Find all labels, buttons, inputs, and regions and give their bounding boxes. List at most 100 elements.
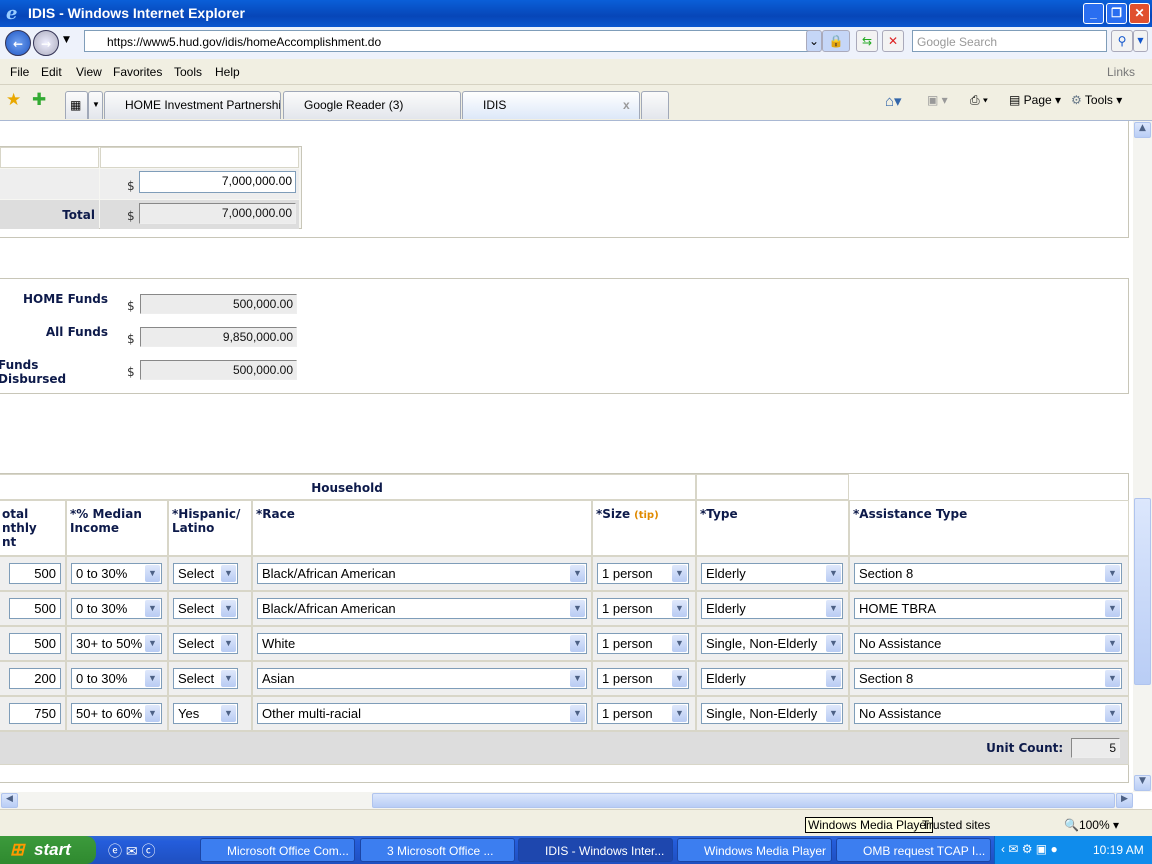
chevron-down-icon[interactable]: ▼ xyxy=(1105,635,1120,652)
chevron-down-icon[interactable]: ▼ xyxy=(1105,705,1120,722)
hispanic-select[interactable]: Select ▼ xyxy=(173,633,238,654)
size-select[interactable]: 1 person ▼ xyxy=(597,563,689,584)
start-button[interactable]: ⊞ start xyxy=(0,836,96,864)
size-select[interactable]: 1 person ▼ xyxy=(597,633,689,654)
assistance-select[interactable]: Section 8 ▼ xyxy=(854,668,1122,689)
chevron-down-icon[interactable]: ▼ xyxy=(826,565,841,582)
search-button[interactable]: ⚲ xyxy=(1111,30,1133,52)
vertical-scrollbar[interactable]: ▲ ▼ xyxy=(1133,121,1152,792)
taskbar-item-idis[interactable]: IDIS - Windows Inter... xyxy=(518,838,673,862)
chevron-down-icon[interactable]: ▼ xyxy=(145,635,160,652)
tab-google-reader[interactable]: Google Reader (3) xyxy=(283,91,461,119)
zoom-level[interactable]: 🔍100% ▾ xyxy=(1064,818,1119,832)
taskbar-item-office-group[interactable]: 3 Microsoft Office ... xyxy=(360,838,515,862)
page-menu[interactable]: ▤ Page ▾ xyxy=(1009,93,1061,107)
income-select[interactable]: 0 to 30% ▼ xyxy=(71,563,162,584)
menu-view[interactable]: View xyxy=(76,65,102,79)
chevron-down-icon[interactable]: ▼ xyxy=(221,705,236,722)
stop-button[interactable]: ✕ xyxy=(882,30,904,52)
type-select[interactable]: Single, Non-Elderly ▼ xyxy=(701,703,843,724)
chevron-down-icon[interactable]: ▼ xyxy=(570,600,585,617)
menu-favorites[interactable]: Favorites xyxy=(113,65,162,79)
rent-input[interactable]: 750 xyxy=(9,703,61,724)
vertical-scroll-thumb[interactable] xyxy=(1134,498,1151,685)
chevron-down-icon[interactable]: ▼ xyxy=(570,670,585,687)
hispanic-select[interactable]: Select ▼ xyxy=(173,668,238,689)
menu-file[interactable]: File xyxy=(10,65,29,79)
chevron-down-icon[interactable]: ▼ xyxy=(1105,600,1120,617)
scroll-left-button[interactable]: ◀ xyxy=(1,793,18,808)
chevron-down-icon[interactable]: ▼ xyxy=(145,600,160,617)
horizontal-scrollbar[interactable]: ◀ ▶ xyxy=(0,792,1133,809)
home-icon[interactable]: ⌂▾ xyxy=(885,92,902,110)
menu-help[interactable]: Help xyxy=(215,65,240,79)
chevron-down-icon[interactable]: ▼ xyxy=(826,600,841,617)
tab-home-investment[interactable]: HOME Investment Partnershi... xyxy=(104,91,281,119)
assistance-select[interactable]: No Assistance ▼ xyxy=(854,703,1122,724)
type-select[interactable]: Elderly ▼ xyxy=(701,598,843,619)
chevron-down-icon[interactable]: ▼ xyxy=(826,705,841,722)
size-tip-link[interactable]: (tip) xyxy=(634,510,659,521)
favorites-star-icon[interactable]: ★ xyxy=(6,90,21,110)
chevron-down-icon[interactable]: ▼ xyxy=(145,670,160,687)
chevron-down-icon[interactable]: ▼ xyxy=(672,565,687,582)
taskbar-item-media-player[interactable]: Windows Media Player xyxy=(677,838,832,862)
chevron-down-icon[interactable]: ▼ xyxy=(221,635,236,652)
assistance-select[interactable]: HOME TBRA ▼ xyxy=(854,598,1122,619)
race-select[interactable]: Black/African American ▼ xyxy=(257,563,587,584)
tab-list-icon[interactable]: ▼ xyxy=(88,91,103,119)
add-favorite-icon[interactable]: ✚ xyxy=(32,90,46,110)
rent-input[interactable]: 200 xyxy=(9,668,61,689)
size-select[interactable]: 1 person ▼ xyxy=(597,598,689,619)
taskbar-item-word-doc[interactable]: OMB request TCAP I... xyxy=(836,838,991,862)
chevron-down-icon[interactable]: ▼ xyxy=(221,565,236,582)
refresh-button[interactable]: ⇆ xyxy=(856,30,878,52)
rent-input[interactable]: 500 xyxy=(9,598,61,619)
tray-icons[interactable]: ‹ ✉ ⚙ ▣ ● xyxy=(1001,842,1058,856)
income-select[interactable]: 30+ to 50% ▼ xyxy=(71,633,162,654)
size-select[interactable]: 1 person ▼ xyxy=(597,668,689,689)
size-select[interactable]: 1 person ▼ xyxy=(597,703,689,724)
chevron-down-icon[interactable]: ▼ xyxy=(672,705,687,722)
minimize-button[interactable]: _ xyxy=(1083,3,1104,24)
quick-launch-icons[interactable]: ⓔ ✉ ⓒ xyxy=(108,841,156,861)
chevron-down-icon[interactable]: ▼ xyxy=(826,670,841,687)
type-select[interactable]: Elderly ▼ xyxy=(701,563,843,584)
race-select[interactable]: Black/African American ▼ xyxy=(257,598,587,619)
hispanic-select[interactable]: Select ▼ xyxy=(173,598,238,619)
chevron-down-icon[interactable]: ▼ xyxy=(672,600,687,617)
forward-button[interactable]: → xyxy=(33,30,59,56)
chevron-down-icon[interactable]: ▼ xyxy=(1105,670,1120,687)
race-select[interactable]: White ▼ xyxy=(257,633,587,654)
quick-tabs-icon[interactable]: ▦ xyxy=(65,91,88,119)
new-tab-button[interactable] xyxy=(641,91,669,119)
chevron-down-icon[interactable]: ▼ xyxy=(672,670,687,687)
maximize-button[interactable]: ❐ xyxy=(1106,3,1127,24)
feeds-icon[interactable]: ▣ ▾ xyxy=(927,93,948,107)
chevron-down-icon[interactable]: ▼ xyxy=(570,635,585,652)
chevron-down-icon[interactable]: ▼ xyxy=(826,635,841,652)
menu-edit[interactable]: Edit xyxy=(41,65,62,79)
type-select[interactable]: Elderly ▼ xyxy=(701,668,843,689)
funding-amount-input[interactable]: 7,000,000.00 xyxy=(139,171,296,193)
chevron-down-icon[interactable]: ▼ xyxy=(145,565,160,582)
scroll-up-button[interactable]: ▲ xyxy=(1134,122,1151,138)
chevron-down-icon[interactable]: ▼ xyxy=(570,705,585,722)
chevron-down-icon[interactable]: ▼ xyxy=(145,705,160,722)
hispanic-select[interactable]: Select ▼ xyxy=(173,563,238,584)
search-input[interactable]: Google Search xyxy=(912,30,1107,52)
lock-icon[interactable]: 🔒 xyxy=(822,30,850,52)
type-select[interactable]: Single, Non-Elderly ▼ xyxy=(701,633,843,654)
address-bar[interactable]: https://www5.hud.gov/idis/homeAccomplish… xyxy=(84,30,820,52)
race-select[interactable]: Asian ▼ xyxy=(257,668,587,689)
history-dropdown-icon[interactable]: ▼ xyxy=(63,35,70,45)
chevron-down-icon[interactable]: ▼ xyxy=(570,565,585,582)
links-toolbar[interactable]: Links xyxy=(1107,65,1135,79)
hispanic-select[interactable]: Yes ▼ xyxy=(173,703,238,724)
tools-menu[interactable]: ⚙ Tools ▾ xyxy=(1071,93,1122,107)
assistance-select[interactable]: Section 8 ▼ xyxy=(854,563,1122,584)
search-options-icon[interactable]: ▼ xyxy=(1133,30,1148,52)
back-button[interactable]: ← xyxy=(5,30,31,56)
chevron-down-icon[interactable]: ▼ xyxy=(221,600,236,617)
scroll-right-button[interactable]: ▶ xyxy=(1116,793,1133,808)
